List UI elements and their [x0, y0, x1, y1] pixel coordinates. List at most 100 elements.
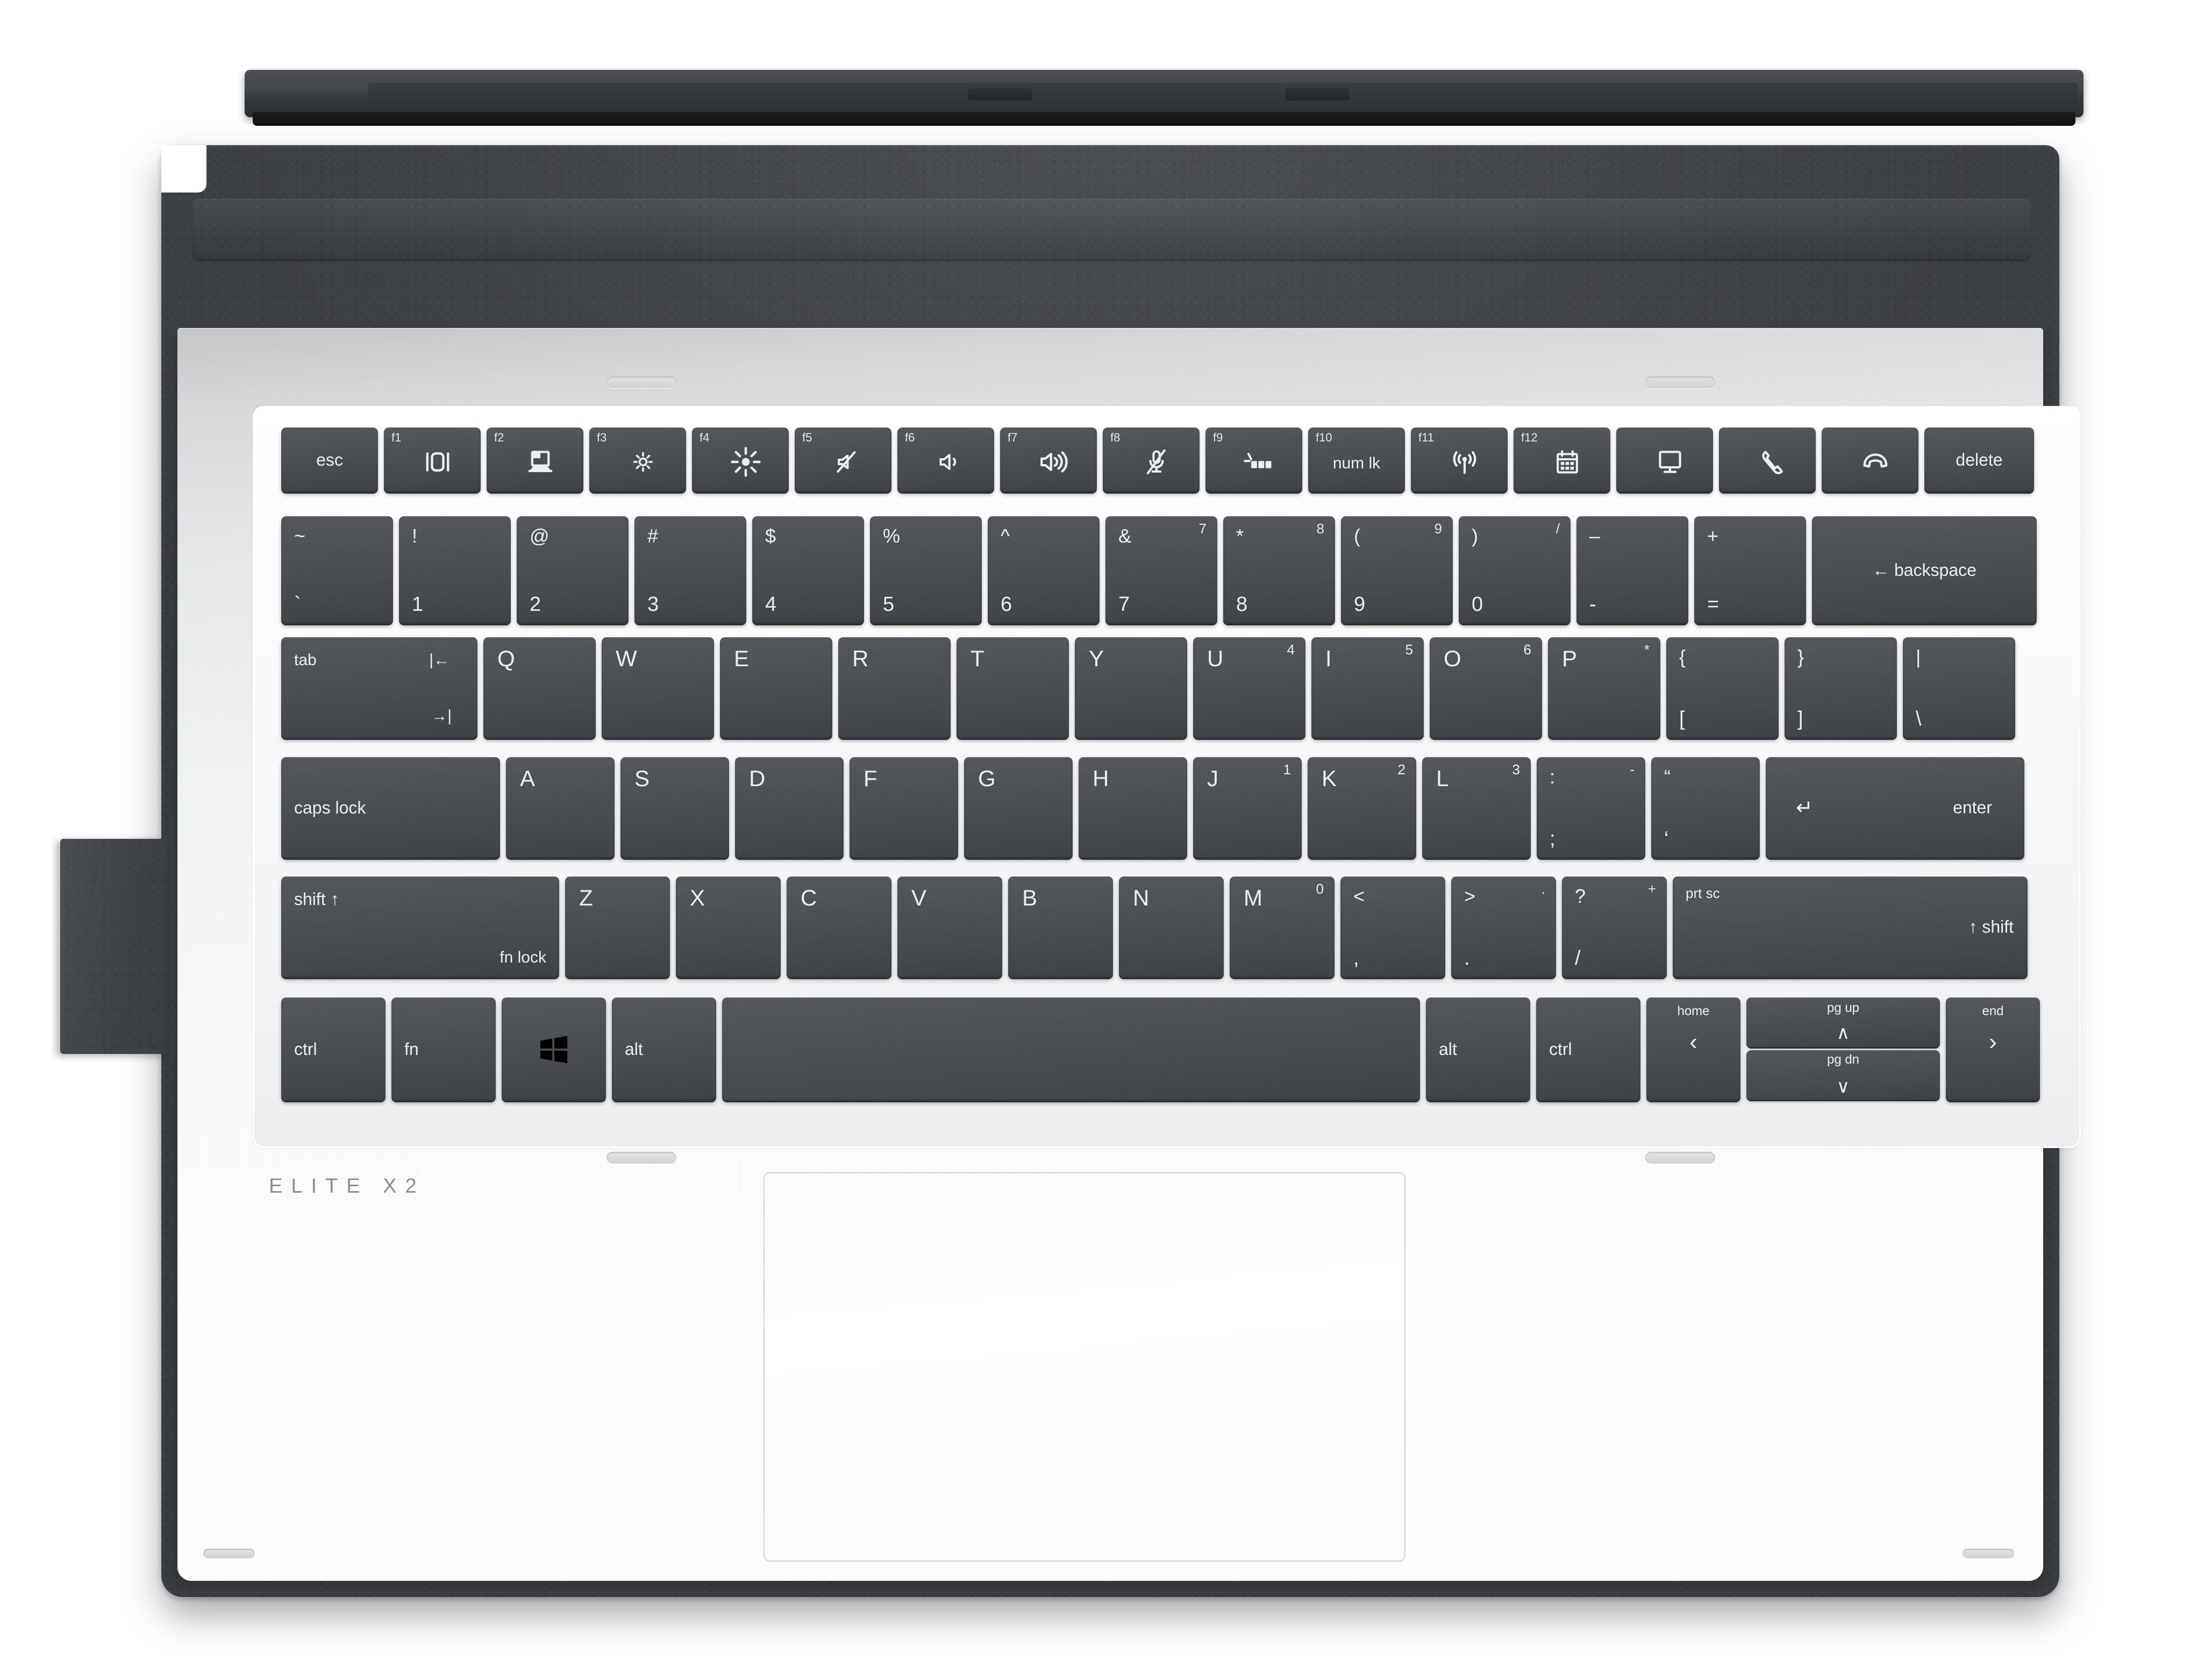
key-alt-left[interactable]: alt	[612, 997, 716, 1101]
key-equals[interactable]: + =	[1694, 516, 1806, 624]
key-F[interactable]: F	[850, 757, 958, 858]
key-legend-shift-left: shift ↑	[294, 889, 339, 909]
key-legend-G: G	[978, 766, 996, 791]
key-8[interactable]: * 8 8	[1223, 516, 1335, 624]
key-1[interactable]: ! 1	[399, 516, 511, 624]
key-shift-legend-rbracket: }	[1797, 646, 1804, 668]
key-page-down-arrow-down[interactable]: pg dn ∨	[1746, 1050, 1940, 1100]
key-period[interactable]: >..	[1451, 876, 1556, 978]
key-tab[interactable]: tab |← →|	[281, 637, 477, 738]
key-esc[interactable]: esc	[281, 427, 378, 492]
key-O[interactable]: O6	[1430, 637, 1542, 738]
key-legend-J: J	[1207, 766, 1218, 791]
key-6[interactable]: ^ 6	[988, 516, 1100, 624]
key-ctrl-left[interactable]: ctrl	[281, 997, 386, 1101]
key-f3[interactable]: f3	[589, 427, 686, 492]
key-f8[interactable]: f8	[1103, 427, 1200, 492]
key-backspace[interactable]: ← backspace	[1812, 516, 2037, 624]
key-f6[interactable]: f6	[897, 427, 994, 492]
key-shift-legend-0: )	[1472, 525, 1478, 547]
key-arrow-left[interactable]: home ‹	[1646, 997, 1740, 1101]
key-S[interactable]: S	[620, 757, 729, 858]
key-E[interactable]: E	[720, 637, 832, 738]
key-shift-legend-lbracket: {	[1679, 646, 1686, 668]
key-semicolon[interactable]: :; -	[1537, 757, 1645, 858]
key-K[interactable]: K2	[1308, 757, 1416, 858]
key-win[interactable]	[502, 997, 606, 1101]
key-C[interactable]: C	[787, 876, 891, 978]
key-M[interactable]: M0	[1230, 876, 1335, 978]
key-f12[interactable]: f12	[1514, 427, 1610, 492]
key-J[interactable]: J1	[1193, 757, 1302, 858]
key-shift-right[interactable]: prt sc ↑ shift	[1673, 876, 2028, 978]
key-capslock[interactable]: caps lock	[281, 757, 500, 858]
key-legend-V: V	[911, 885, 927, 910]
key-legend-capslock: caps lock	[294, 797, 366, 817]
key-legend-delete: delete	[1956, 450, 2003, 469]
key-G[interactable]: G	[964, 757, 1073, 858]
key-f11[interactable]: f11	[1411, 427, 1508, 492]
key-X[interactable]: X	[676, 876, 781, 978]
trackpad[interactable]	[764, 1172, 1405, 1562]
key-5[interactable]: % 5	[870, 516, 982, 624]
key-rbracket[interactable]: }]	[1785, 637, 1897, 738]
key-delete[interactable]: delete	[1924, 427, 2034, 492]
key-2[interactable]: @2	[517, 516, 629, 624]
key-f1[interactable]: f1	[384, 427, 481, 492]
key-minus[interactable]: – -	[1576, 516, 1688, 624]
key-f2[interactable]: f2	[487, 427, 583, 492]
key-W[interactable]: W	[602, 637, 714, 738]
key-backtick[interactable]: ~ `	[281, 516, 393, 624]
key-ctrl-right[interactable]: ctrl	[1536, 997, 1640, 1101]
key-L[interactable]: L3	[1422, 757, 1531, 858]
key-N[interactable]: N	[1119, 876, 1224, 978]
key-numlock-legend-O: 6	[1523, 641, 1531, 658]
key-U[interactable]: U4	[1193, 637, 1305, 738]
key-backslash[interactable]: | \	[1903, 637, 2015, 738]
key-shift-left[interactable]: shift ↑ fn lock	[281, 876, 559, 978]
key-slash[interactable]: ? / +	[1562, 876, 1667, 978]
key-space[interactable]	[722, 997, 1420, 1101]
key-legends-0: ) 0 /	[1459, 516, 1571, 624]
key-base-legend-quote: ‘	[1664, 828, 1669, 850]
key-alt-right[interactable]: alt	[1426, 997, 1530, 1101]
key-0[interactable]: ) 0 /	[1459, 516, 1571, 624]
key-enter[interactable]: ↵ enter	[1766, 757, 2024, 858]
key-fn[interactable]: fn	[391, 997, 496, 1101]
key-call-answer[interactable]	[1719, 427, 1816, 492]
key-page-up-arrow-up[interactable]: pg up ∧	[1746, 997, 1940, 1047]
key-base-legend-1: 1	[412, 593, 424, 616]
key-3[interactable]: #3	[634, 516, 746, 624]
key-shift-legend-3: #	[647, 525, 659, 547]
key-Q[interactable]: Q	[483, 637, 596, 738]
key-arrow-right[interactable]: end ›	[1946, 997, 2040, 1101]
key-numlock-legend-K: 2	[1397, 761, 1405, 778]
key-T[interactable]: T	[957, 637, 1069, 738]
key-legend-f10: num lk	[1332, 454, 1381, 472]
arrow-up-icon: ∧	[1836, 1023, 1850, 1043]
folio-notch	[161, 145, 206, 193]
key-9[interactable]: (9 9	[1341, 516, 1453, 624]
key-f9[interactable]: f9	[1205, 427, 1302, 492]
key-comma[interactable]: <,	[1340, 876, 1445, 978]
key-P[interactable]: P *	[1548, 637, 1660, 738]
key-A[interactable]: A	[506, 757, 615, 858]
key-f10[interactable]: f10 num lk	[1308, 427, 1405, 492]
key-H[interactable]: H	[1079, 757, 1187, 858]
key-R[interactable]: R	[838, 637, 951, 738]
key-Z[interactable]: Z	[565, 876, 670, 978]
key-f7[interactable]: f7	[1000, 427, 1097, 492]
key-7[interactable]: & 7 7	[1105, 516, 1217, 624]
key-I[interactable]: I5	[1311, 637, 1424, 738]
key-Y[interactable]: Y	[1075, 637, 1187, 738]
key-4[interactable]: $4	[752, 516, 864, 624]
key-f4[interactable]: f4	[692, 427, 789, 492]
key-present[interactable]	[1616, 427, 1713, 492]
key-call-end[interactable]	[1822, 427, 1918, 492]
key-B[interactable]: B	[1008, 876, 1113, 978]
key-f5[interactable]: f5	[795, 427, 891, 492]
key-V[interactable]: V	[897, 876, 1002, 978]
key-lbracket[interactable]: {[	[1666, 637, 1779, 738]
key-quote[interactable]: “‘	[1651, 757, 1760, 858]
key-D[interactable]: D	[735, 757, 844, 858]
